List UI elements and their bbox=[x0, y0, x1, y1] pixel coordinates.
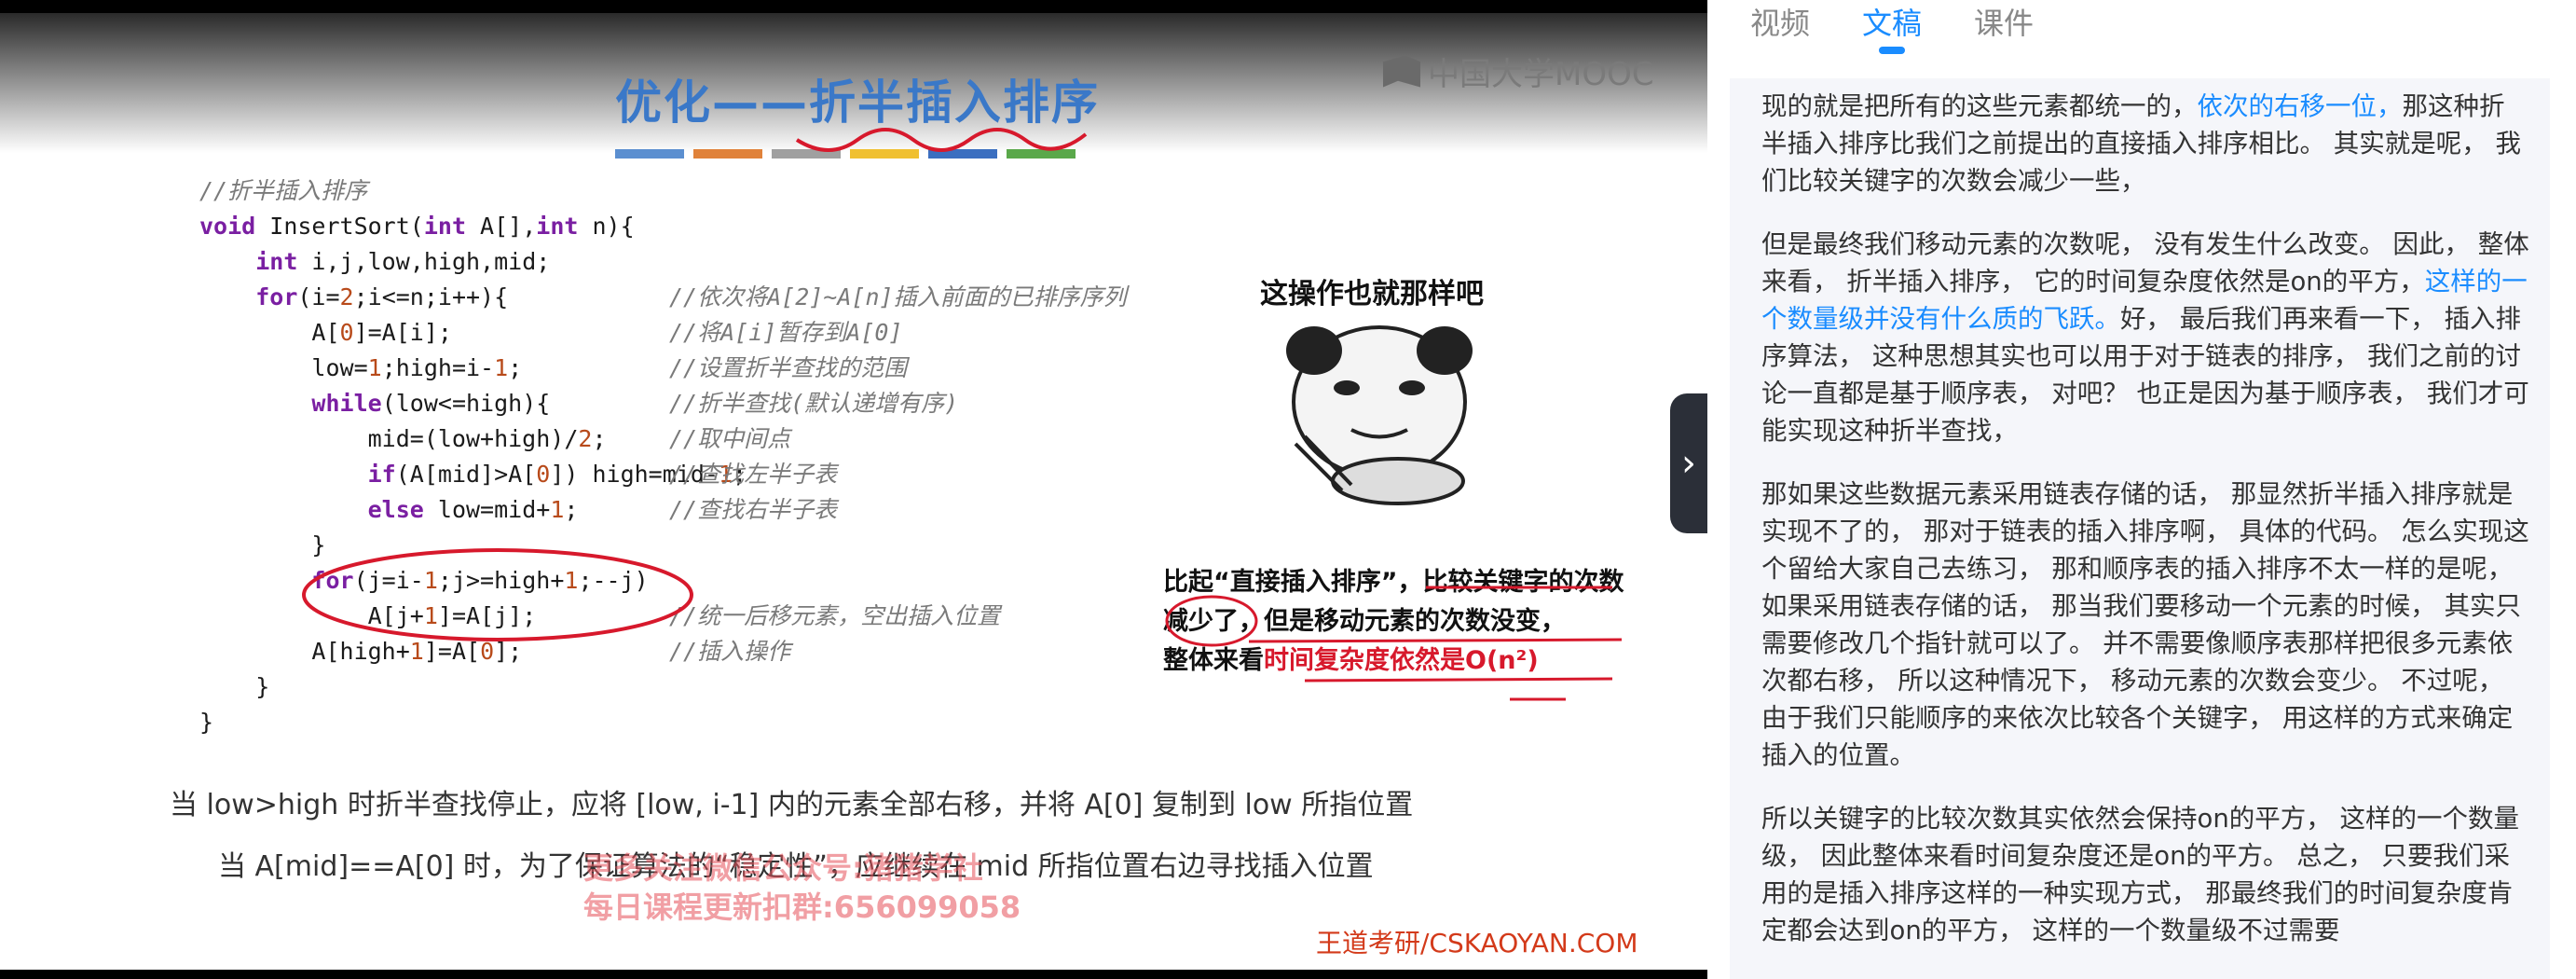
code-line: int i,j,low,high,mid; bbox=[255, 248, 551, 275]
tab-bar: 视频 文稿 课件 bbox=[1750, 0, 2034, 63]
code-line: while(low<=high){//折半查找(默认递增有序) bbox=[199, 386, 958, 421]
mooc-logo-text: 中国大学MOOC bbox=[1428, 56, 1654, 93]
mooc-logo-icon bbox=[1383, 55, 1420, 88]
transcript-paragraph: 现的就是把所有的这些元素都统一的，依次的右移一位，那这种折半插入排序比我们之前提… bbox=[1761, 88, 2529, 200]
tab-courseware[interactable]: 课件 bbox=[1974, 0, 2034, 63]
annotation-underlines bbox=[1165, 586, 1623, 701]
transcript-text: 但是最终我们移动元素的次数呢， 没有发生什么改变。 因此， 整体来看， 折半插入… bbox=[1761, 229, 2529, 296]
mooc-logo: 中国大学MOOC bbox=[1383, 48, 1654, 94]
side-panel: 视频 文稿 课件 现的就是把所有的这些元素都统一的，依次的右移一位，那这种折半插… bbox=[1707, 0, 2576, 979]
footnote-low-high: 当 low>high 时折半查找停止，应将 [low, i-1] 内的元素全部右… bbox=[170, 789, 1414, 821]
transcript-text: 现的就是把所有的这些元素都统一的， bbox=[1761, 91, 2198, 121]
watermark-line-2: 每日课程更新扣群:656099058 bbox=[583, 889, 1021, 925]
code-line: else low=mid+1;//查找右半子表 bbox=[199, 492, 837, 528]
code-line: A[0]=A[i];//将A[i]暂存到A[0] bbox=[199, 315, 902, 351]
code-line: mid=(low+high)/2;//取中间点 bbox=[199, 421, 791, 457]
code-comment: //取中间点 bbox=[669, 425, 791, 452]
meme-caption: 这操作也就那样吧 bbox=[1260, 278, 1484, 310]
code-comment: //查找左半子表 bbox=[669, 461, 838, 488]
code-line: } bbox=[199, 709, 214, 736]
video-top-bar bbox=[0, 0, 1707, 13]
video-bottom-bar bbox=[0, 970, 1707, 979]
annotation-circle-for bbox=[302, 548, 693, 641]
code-block: //折半插入排序 void InsertSort(int A[],int n){ … bbox=[199, 173, 1127, 740]
code-line: } bbox=[199, 673, 270, 700]
code-comment: //折半查找(默认递增有序) bbox=[669, 390, 959, 417]
tab-video[interactable]: 视频 bbox=[1750, 0, 1810, 63]
code-line: if(A[mid]>A[0]) high=mid-1;//查找左半子表 bbox=[199, 457, 837, 492]
code-comment: //将A[i]暂存到A[0] bbox=[669, 319, 903, 346]
code-comment: //查找右半子表 bbox=[669, 496, 838, 523]
panel-toggle-button[interactable]: › bbox=[1670, 393, 1707, 533]
code-comment: //统一后移元素，空出插入位置 bbox=[669, 602, 1001, 629]
panda-meme-image bbox=[1286, 325, 1473, 505]
transcript-paragraph: 那如果这些数据元素采用链表存储的话， 那显然折半插入排序就是实现不了的， 那对于… bbox=[1761, 479, 2529, 770]
transcript-paragraph: 但是最终我们移动元素的次数呢， 没有发生什么改变。 因此， 整体来看， 折半插入… bbox=[1761, 226, 2529, 449]
transcript-current-sentence[interactable]: 依次的右移一位， bbox=[2198, 91, 2403, 121]
watermark-line-1: 更多关注微信公众号:猪猪学社 bbox=[583, 850, 983, 886]
site-credit: 王道考研/CSKAOYAN.COM bbox=[1316, 928, 1638, 958]
chevron-right-icon: › bbox=[1681, 442, 1696, 485]
video-player[interactable]: 优化——折半插入排序 中国大学MOOC //折半插入排序 void InsertS… bbox=[0, 0, 1707, 979]
code-line: void InsertSort(int A[],int n){ bbox=[199, 213, 635, 240]
code-line: for(i=2;i<=n;i++){//依次将A[2]~A[n]插入前面的已排序… bbox=[199, 280, 1126, 315]
code-line: //折半插入排序 bbox=[199, 177, 368, 204]
transcript-paragraph: 所以关键字的比较次数其实依然会保持on的平方， 这样的一个数量级， 因此整体来看… bbox=[1761, 804, 2519, 945]
annotation-squiggle bbox=[795, 128, 1088, 152]
code-comment: //设置折半查找的范围 bbox=[669, 354, 908, 381]
transcript-panel[interactable]: 现的就是把所有的这些元素都统一的，依次的右移一位，那这种折半插入排序比我们之前提… bbox=[1730, 78, 2550, 979]
code-comment: //依次将A[2]~A[n]插入前面的已排序序列 bbox=[669, 283, 1127, 310]
tab-transcript[interactable]: 文稿 bbox=[1862, 0, 1922, 63]
watermark: 更多关注微信公众号:猪猪学社 每日课程更新扣群:656099058 bbox=[583, 848, 1021, 927]
code-line: low=1;high=i-1;//设置折半查找的范围 bbox=[199, 351, 907, 386]
